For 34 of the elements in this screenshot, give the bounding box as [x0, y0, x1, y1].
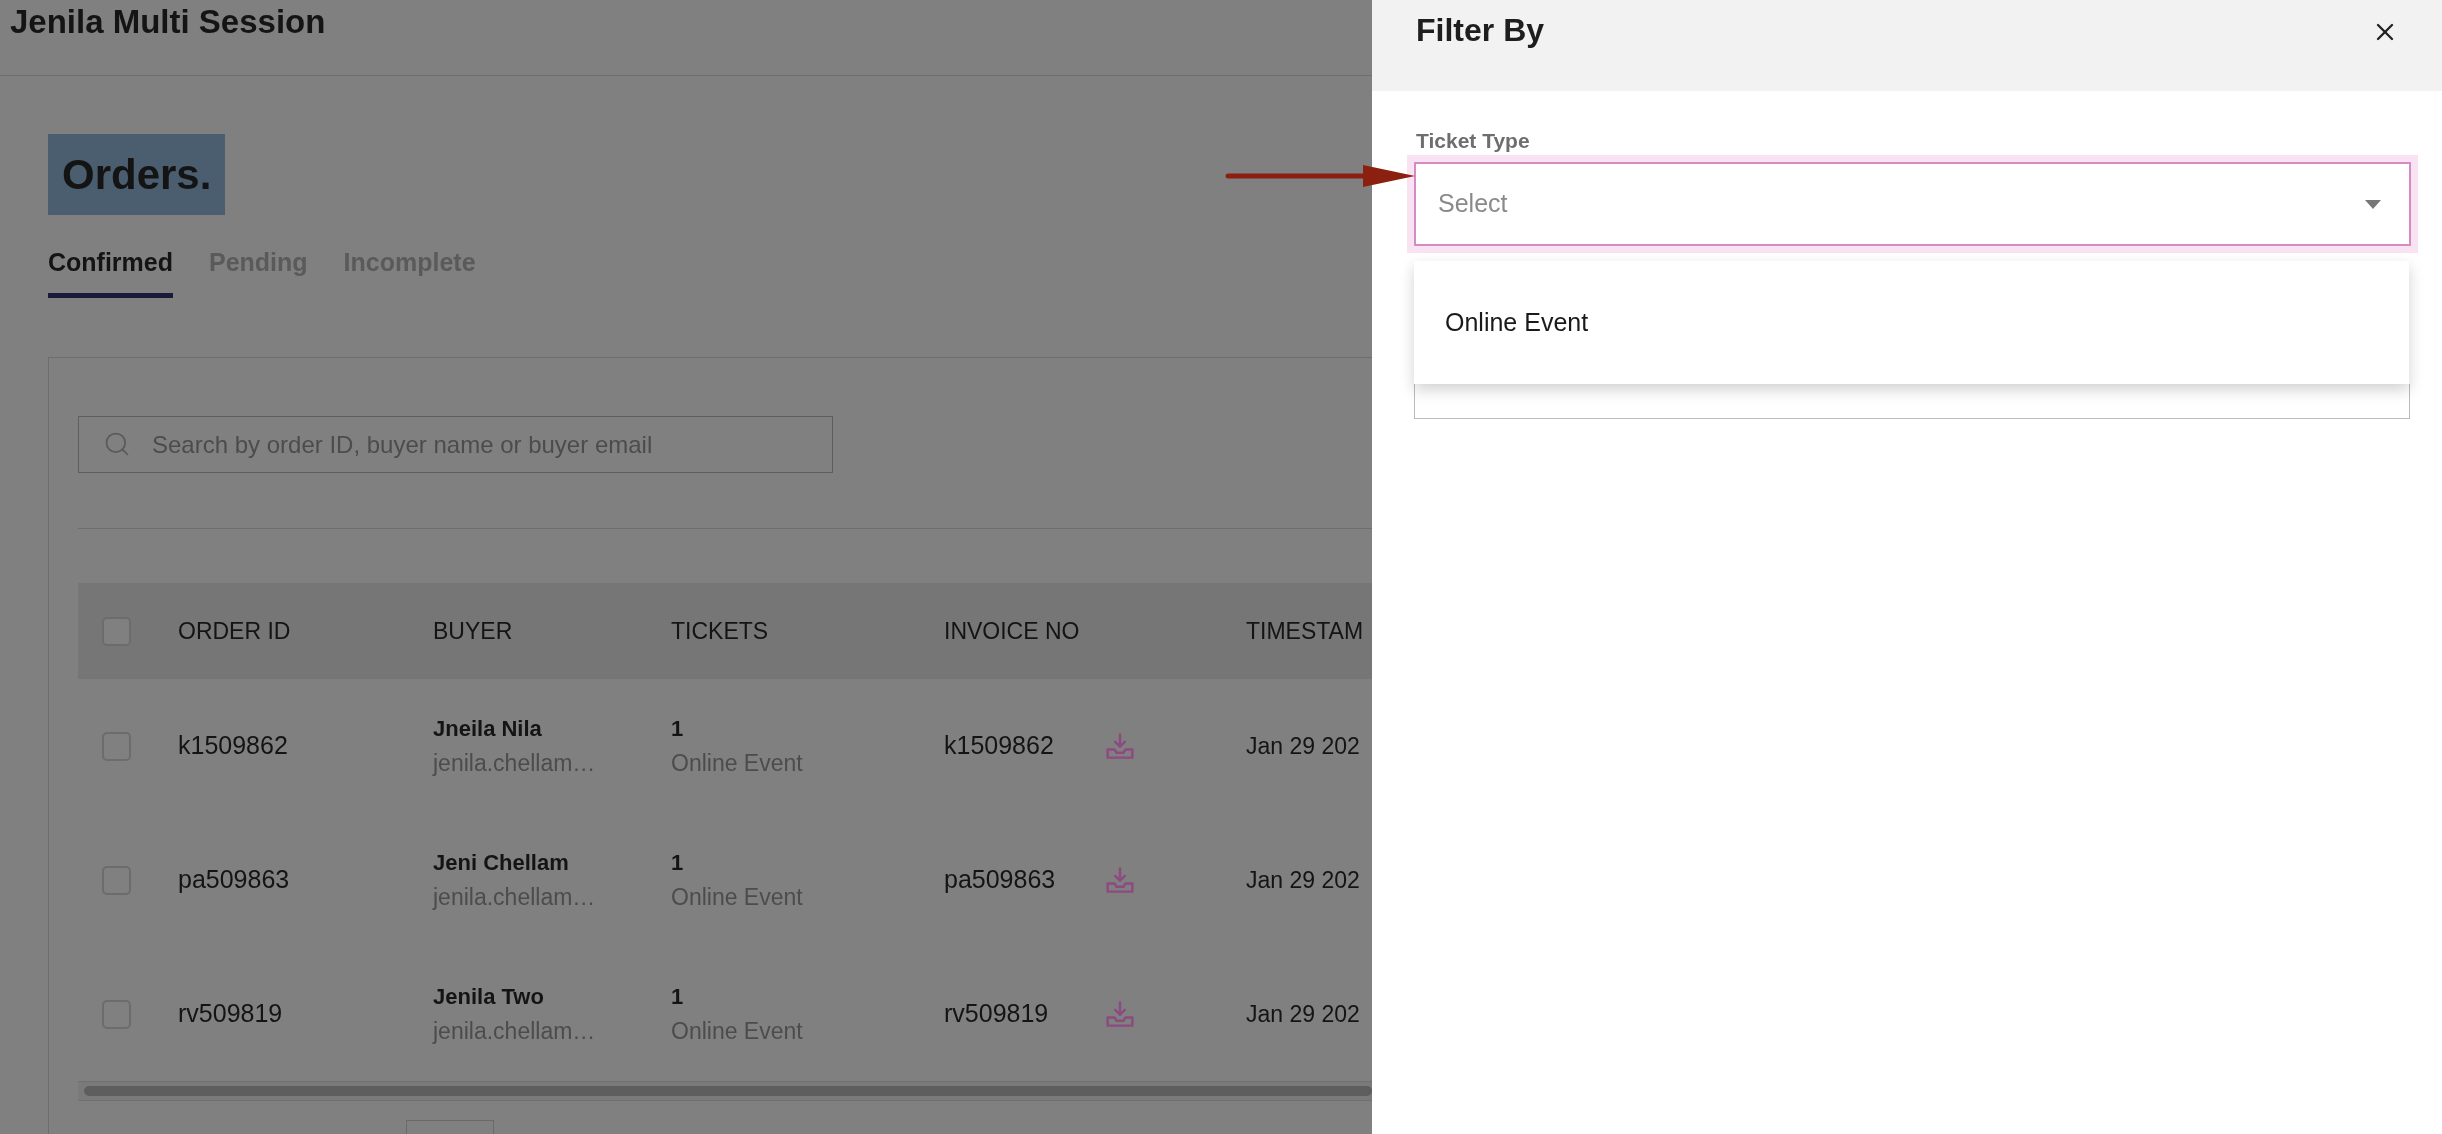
dropdown-option[interactable]: Online Event [1414, 292, 2409, 353]
field-label: Ticket Type [1416, 129, 1530, 153]
panel-title: Filter By [1416, 12, 1545, 48]
page-title: Jenila Multi Session [10, 3, 326, 40]
column-header: INVOICE NO [944, 617, 1080, 644]
ticket-count: 1 [671, 849, 684, 877]
download-icon[interactable] [1106, 1001, 1134, 1027]
download-icon[interactable] [1106, 733, 1134, 759]
buyer-name: Jenila Two [433, 983, 544, 1011]
buyer-name: Jeni Chellam [433, 849, 569, 877]
buyer-name: Jneila Nila [433, 715, 542, 743]
search-icon [103, 430, 131, 458]
download-icon[interactable] [1106, 867, 1134, 893]
select-field[interactable] [1414, 384, 2410, 419]
caret-icon [2365, 199, 2381, 209]
horizontal-scrollbar[interactable] [78, 1081, 1372, 1101]
ticket-count: 1 [671, 715, 684, 743]
timestamp: Jan 29 202 [1246, 731, 1360, 761]
column-header: TICKETS [671, 617, 769, 644]
tab[interactable]: Confirmed [48, 248, 173, 298]
page-heading: Orders. [48, 134, 226, 215]
order-id: pa509863 [178, 865, 290, 894]
select-placeholder: Select [1438, 188, 1508, 220]
column-header: ORDER ID [178, 617, 291, 644]
column-header: TIMESTAM [1246, 617, 1364, 644]
column-header: BUYER [433, 617, 513, 644]
ticket-count: 1 [671, 983, 684, 1011]
timestamp: Jan 29 202 [1246, 999, 1360, 1029]
timestamp: Jan 29 202 [1246, 865, 1360, 895]
order-id: rv509819 [178, 999, 283, 1028]
invoice-number: pa509863 [944, 864, 1057, 896]
order-id: k1509862 [178, 731, 288, 760]
invoice-number: k1509862 [944, 730, 1055, 762]
invoice-number: rv509819 [944, 998, 1050, 1030]
